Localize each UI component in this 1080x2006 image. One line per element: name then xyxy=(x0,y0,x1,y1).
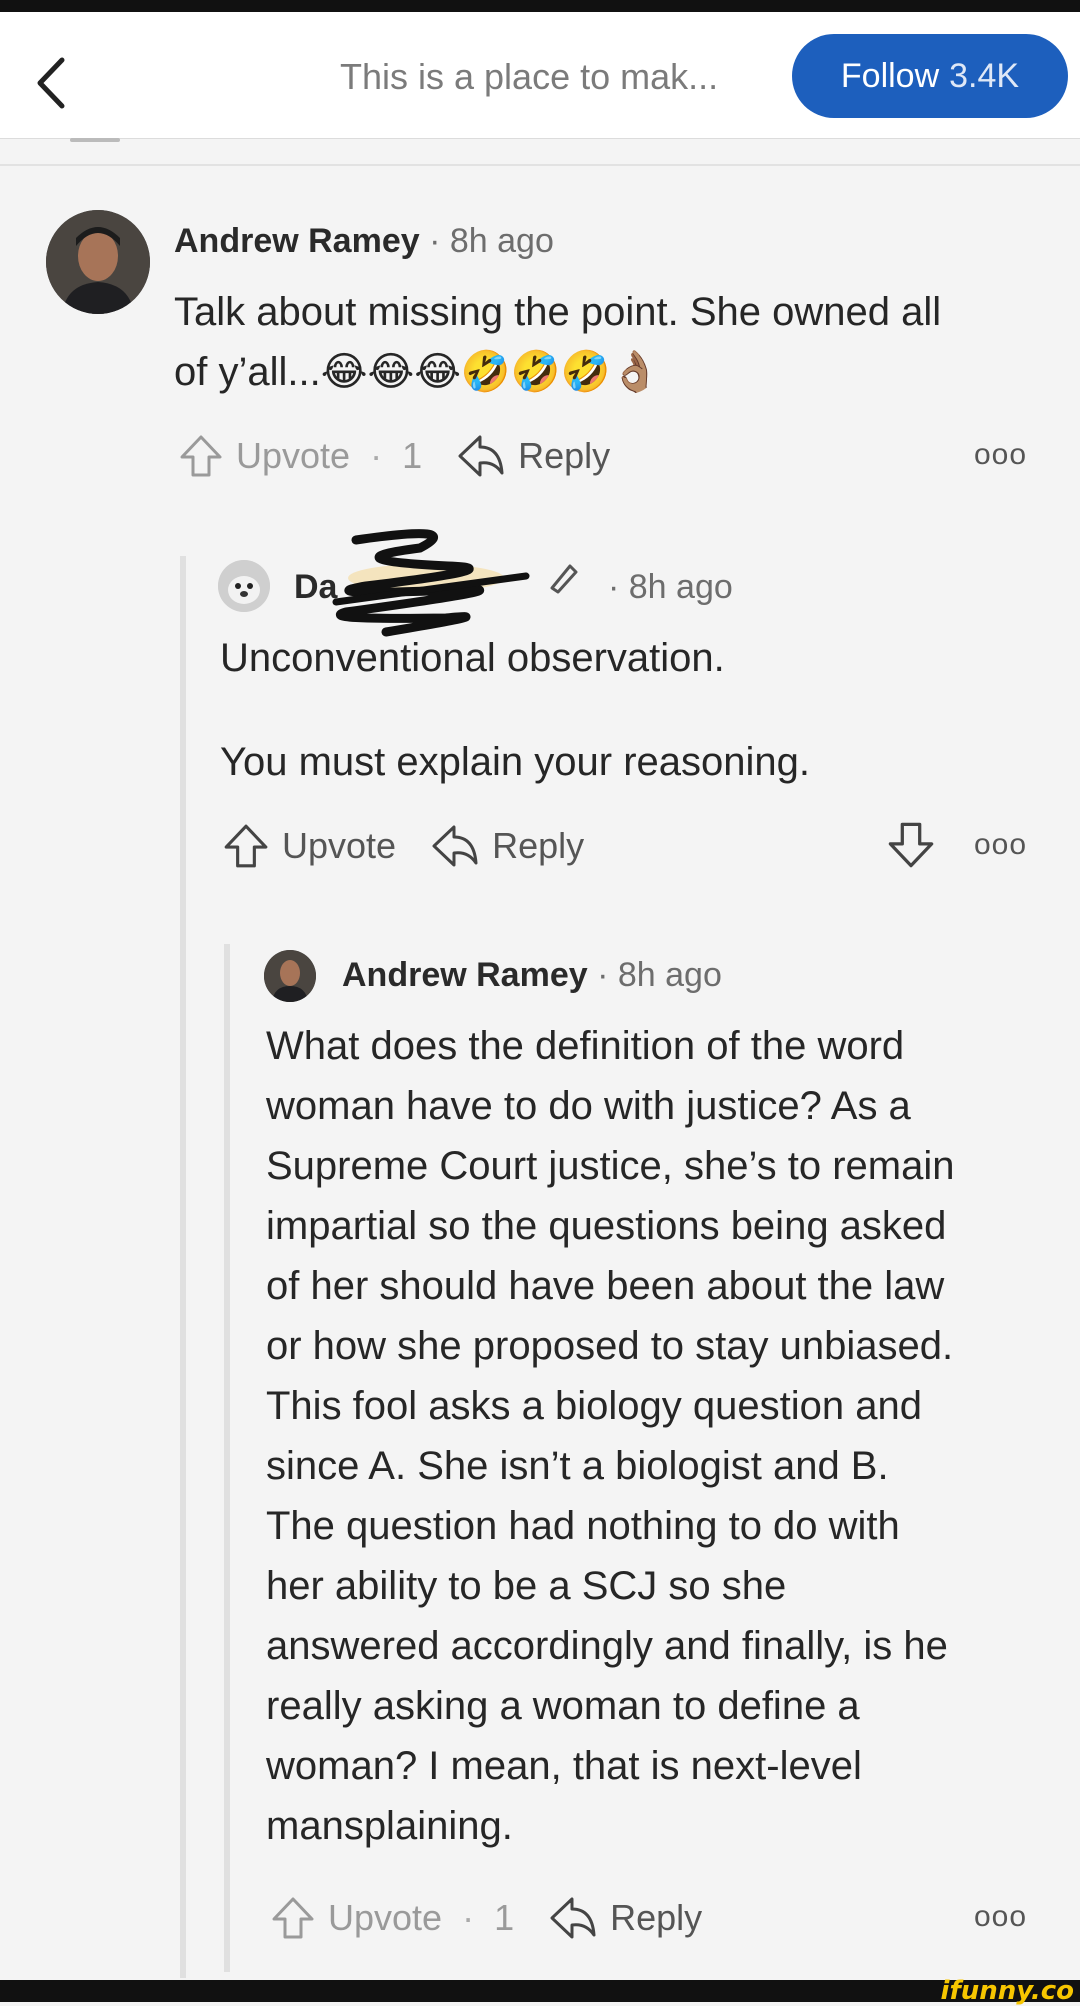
comment-line: This fool asks a biology question and xyxy=(266,1384,922,1428)
watermark-bar xyxy=(0,1980,1080,2002)
reply-arrow-icon xyxy=(550,1897,596,1939)
upvote-button[interactable]: Upvote · 1 xyxy=(270,1895,514,1941)
comment-header: Andrew Ramey · 8h ago xyxy=(174,222,554,261)
reply-arrow-icon xyxy=(458,435,504,477)
comment-line: since A. She isn’t a biologist and B. xyxy=(266,1444,889,1488)
reply-button[interactable]: Reply xyxy=(456,433,610,479)
more-options-button[interactable]: ooo xyxy=(974,828,1027,862)
downvote-button[interactable] xyxy=(886,820,936,875)
comment-text: What does the definition of the word wom… xyxy=(266,1016,1066,1856)
reply-button[interactable]: Reply xyxy=(430,823,584,869)
more-options-button[interactable]: ooo xyxy=(974,438,1027,472)
comment-line: woman have to do with justice? As a xyxy=(266,1084,911,1128)
upvote-label: Upvote xyxy=(328,1897,443,1938)
thread-indent-line xyxy=(180,556,186,1978)
upvote-button[interactable]: Upvote · 1 xyxy=(178,433,422,479)
comment-line: of her should have been about the law xyxy=(266,1264,945,1308)
profile-photo xyxy=(218,560,270,612)
comment-line: What does the definition of the word xyxy=(266,1024,905,1068)
upvote-button[interactable]: Upvote xyxy=(222,822,396,870)
reply-label: Reply xyxy=(518,435,611,476)
reply-label: Reply xyxy=(610,1897,703,1938)
follower-count: 3.4K xyxy=(949,56,1020,95)
profile-photo xyxy=(46,210,150,314)
upvote-arrow-icon xyxy=(224,824,268,868)
comment-line: of y’all... xyxy=(174,350,321,394)
more-options-button[interactable]: ooo xyxy=(974,1900,1027,1934)
comment-line: The question had nothing to do with xyxy=(266,1504,900,1548)
back-button[interactable] xyxy=(26,48,86,118)
comment-line: answered accordingly and finally, is he xyxy=(266,1624,948,1668)
author-name[interactable]: Andrew Ramey xyxy=(342,956,588,994)
comment-line-with-emoji: of y’all...😂😂😂🤣🤣🤣👌🏽 xyxy=(174,342,1034,402)
comment-line: or how she proposed to stay unbiased. xyxy=(266,1324,954,1368)
comment-actions: Upvote Reply xyxy=(222,816,584,876)
comment-line: Talk about missing the point. She owned … xyxy=(174,290,942,334)
reply-label: Reply xyxy=(492,825,585,866)
status-bar-strip xyxy=(0,0,1080,12)
reply-button[interactable]: Reply xyxy=(548,1895,702,1941)
avatar[interactable] xyxy=(264,950,316,1002)
divider xyxy=(0,164,1080,166)
timestamp: · 8h ago xyxy=(429,222,554,260)
separator-dot: · xyxy=(462,1897,475,1938)
comment-timestamp-wrap: · 8h ago xyxy=(608,568,733,607)
comment-actions: Upvote · 1 Reply xyxy=(270,1888,702,1948)
timestamp: · 8h ago xyxy=(597,956,722,994)
chevron-left-icon xyxy=(37,57,65,109)
redaction-scribble xyxy=(332,529,530,637)
avatar[interactable] xyxy=(46,210,150,314)
comment-line: her ability to be a SCJ so she xyxy=(266,1564,787,1608)
thread-indent-line xyxy=(224,944,230,1972)
upvote-count: 1 xyxy=(402,435,423,476)
comment-line: really asking a woman to define a xyxy=(266,1684,860,1728)
space-title: This is a place to mak... xyxy=(340,56,719,97)
comment-line: Supreme Court justice, she’s to remain xyxy=(266,1144,955,1188)
previous-item-edge xyxy=(70,138,120,142)
timestamp: · 8h ago xyxy=(608,568,733,606)
upvote-label: Upvote xyxy=(236,435,351,476)
follow-label: Follow xyxy=(840,56,940,95)
pencil-icon xyxy=(550,564,578,594)
emoji-reactions: 😂😂😂🤣🤣🤣👌🏽 xyxy=(320,350,661,394)
top-header: This is a place to mak... Follow 3.4K xyxy=(0,12,1080,139)
upvote-label: Upvote xyxy=(282,825,397,866)
reply-arrow-icon xyxy=(432,825,478,867)
separator-dot: · xyxy=(370,435,383,476)
upvote-arrow-icon xyxy=(180,435,222,477)
comment-line: mansplaining. xyxy=(266,1804,513,1848)
upvote-count: 1 xyxy=(494,1897,515,1938)
follow-button[interactable]: Follow 3.4K xyxy=(792,34,1068,118)
comment-actions: Upvote · 1 Reply xyxy=(178,426,610,486)
comment-line: woman? I mean, that is next-level xyxy=(266,1744,862,1788)
profile-photo xyxy=(264,950,316,1002)
comment-text: Unconventional observation. You must exp… xyxy=(220,628,1040,792)
upvote-arrow-icon xyxy=(272,1897,314,1939)
comment-line: impartial so the questions being asked xyxy=(266,1204,947,1248)
comment-text: Talk about missing the point. She owned … xyxy=(174,282,1034,402)
comment-header: Andrew Ramey · 8h ago xyxy=(342,956,722,995)
comment-paragraph: You must explain your reasoning. xyxy=(220,740,810,784)
author-name[interactable]: Andrew Ramey xyxy=(174,222,420,260)
downvote-arrow-icon xyxy=(888,822,934,868)
avatar[interactable] xyxy=(218,560,270,612)
comment-paragraph: Unconventional observation. xyxy=(220,636,725,680)
